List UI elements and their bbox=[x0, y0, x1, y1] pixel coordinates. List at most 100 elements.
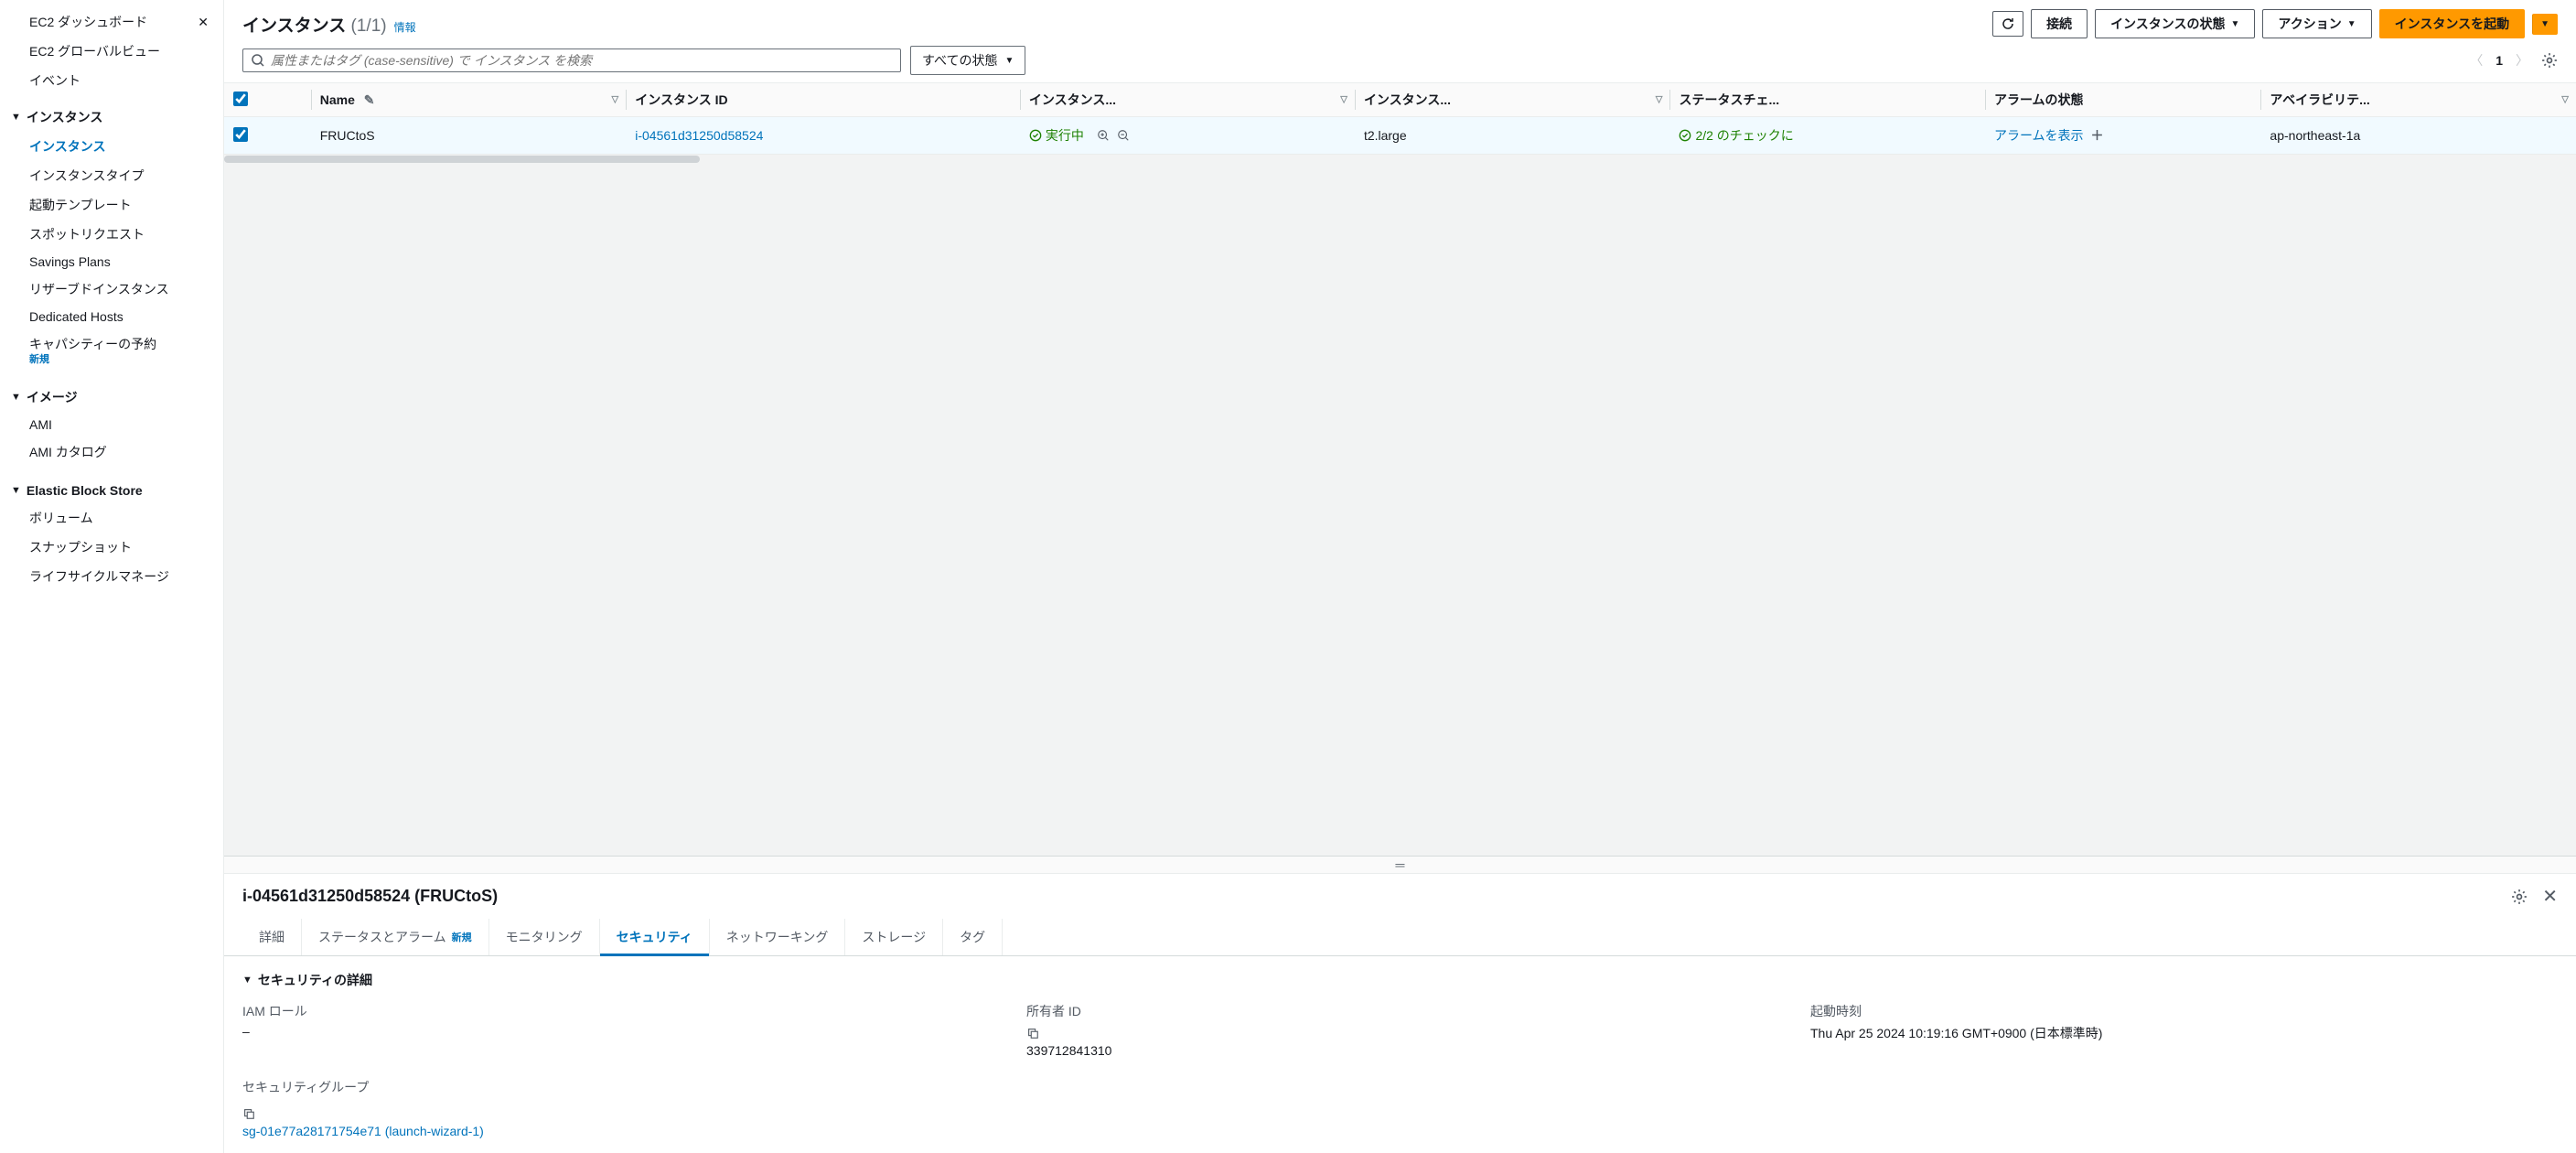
caret-down-icon: ▼ bbox=[1004, 56, 1014, 66]
sidebar-item-lifecycle[interactable]: ライフサイクルマネージ bbox=[29, 562, 209, 591]
field-owner-id: 所有者 ID 339712841310 bbox=[1026, 1002, 1774, 1057]
tab-details[interactable]: 詳細 bbox=[242, 919, 302, 955]
sidebar-item-reserved[interactable]: リザーブドインスタンス bbox=[29, 275, 209, 304]
sidebar-item-spot-requests[interactable]: スポットリクエスト bbox=[29, 220, 209, 249]
status-check-badge: 2/2 のチェックに bbox=[1679, 126, 1793, 145]
caret-down-icon: ▼ bbox=[11, 485, 21, 496]
details-tabs: 詳細 ステータスとアラーム 新規 モニタリング セキュリティ ネットワーキング … bbox=[224, 919, 2576, 956]
field-launch-time: 起動時刻 Thu Apr 25 2024 10:19:16 GMT+0900 (… bbox=[1810, 1002, 2558, 1057]
search-input[interactable] bbox=[271, 53, 893, 68]
settings-button[interactable] bbox=[2541, 52, 2558, 69]
close-icon[interactable]: ✕ bbox=[198, 16, 209, 28]
sort-icon: ▽ bbox=[612, 95, 619, 105]
check-circle-icon bbox=[1679, 129, 1691, 142]
cell-az: ap-northeast-1a bbox=[2260, 117, 2576, 155]
sidebar-section-images[interactable]: ▼ イメージ bbox=[0, 375, 223, 412]
prev-page-icon[interactable]: 〈 bbox=[2470, 51, 2483, 70]
actions-button[interactable]: アクション ▼ bbox=[2262, 9, 2371, 38]
edit-icon: ✎ bbox=[364, 92, 375, 107]
refresh-button[interactable] bbox=[1992, 11, 2023, 37]
status-badge: 実行中 bbox=[1029, 126, 1084, 145]
horizontal-scrollbar[interactable] bbox=[224, 155, 2576, 164]
row-checkbox[interactable] bbox=[233, 127, 248, 142]
security-group-link[interactable]: sg-01e77a28171754e71 (launch-wizard-1) bbox=[242, 1124, 484, 1138]
table-row[interactable]: FRUCtoS i-04561d31250d58524 実行中 t2.large bbox=[224, 117, 2576, 155]
copy-icon[interactable] bbox=[242, 1105, 255, 1120]
caret-down-icon: ▼ bbox=[11, 112, 21, 123]
field-iam-role: IAM ロール – bbox=[242, 1002, 990, 1057]
tab-storage[interactable]: ストレージ bbox=[845, 919, 943, 955]
launch-instance-dropdown[interactable]: ▼ bbox=[2532, 14, 2558, 35]
empty-area bbox=[224, 164, 2576, 856]
page-header: インスタンス (1/1) 情報 接続 インスタンスの状態 ▼ アクション ▼ イ… bbox=[224, 0, 2576, 46]
col-az[interactable]: アベイラビリテ...▽ bbox=[2260, 83, 2576, 117]
zoom-out-icon[interactable] bbox=[1117, 129, 1130, 142]
pagination: 〈 1 〉 bbox=[2470, 51, 2558, 70]
details-settings-button[interactable] bbox=[2511, 889, 2528, 905]
col-status-check[interactable]: ステータスチェ... bbox=[1669, 83, 1985, 117]
col-name[interactable]: Name ✎▽ bbox=[311, 83, 627, 117]
cell-type: t2.large bbox=[1355, 117, 1670, 155]
details-close-button[interactable]: ✕ bbox=[2542, 885, 2558, 908]
tab-networking[interactable]: ネットワーキング bbox=[710, 919, 846, 955]
cell-name: FRUCtoS bbox=[311, 117, 627, 155]
col-type[interactable]: インスタンス...▽ bbox=[1355, 83, 1670, 117]
sidebar-item-snapshots[interactable]: スナップショット bbox=[29, 533, 209, 562]
caret-down-icon: ▼ bbox=[2347, 19, 2356, 29]
col-alarm[interactable]: アラームの状態 bbox=[1985, 83, 2260, 117]
connect-button[interactable]: 接続 bbox=[2031, 9, 2088, 38]
search-icon bbox=[251, 53, 265, 68]
refresh-icon bbox=[2001, 16, 2015, 31]
zoom-in-icon[interactable] bbox=[1097, 129, 1110, 142]
cell-alarm-link[interactable]: アラームを表示 bbox=[1994, 128, 2084, 143]
search-box[interactable] bbox=[242, 48, 901, 72]
select-all-checkbox[interactable] bbox=[233, 92, 248, 106]
sidebar-item-dedicated-hosts[interactable]: Dedicated Hosts bbox=[29, 304, 209, 329]
field-security-groups: セキュリティグループ sg-01e77a28171754e71 (launch-… bbox=[242, 1078, 2558, 1138]
caret-down-icon: ▼ bbox=[2231, 19, 2240, 29]
sidebar-item-instances[interactable]: インスタンス bbox=[29, 132, 209, 161]
sidebar-item-volumes[interactable]: ボリューム bbox=[29, 503, 209, 533]
sort-icon: ▽ bbox=[1340, 95, 1347, 105]
sort-icon: ▽ bbox=[2561, 95, 2569, 105]
cell-instance-id[interactable]: i-04561d31250d58524 bbox=[635, 128, 763, 143]
tab-status-alarms[interactable]: ステータスとアラーム 新規 bbox=[302, 919, 489, 955]
sidebar-item-savings-plans[interactable]: Savings Plans bbox=[29, 249, 209, 275]
next-page-icon[interactable]: 〉 bbox=[2516, 51, 2528, 70]
instance-state-button[interactable]: インスタンスの状態 ▼ bbox=[2095, 9, 2255, 38]
new-badge: 新規 bbox=[29, 351, 209, 366]
main-content: インスタンス (1/1) 情報 接続 インスタンスの状態 ▼ アクション ▼ イ… bbox=[224, 0, 2576, 1153]
sidebar-item-launch-templates[interactable]: 起動テンプレート bbox=[29, 190, 209, 220]
tab-security[interactable]: セキュリティ bbox=[600, 919, 710, 955]
plus-icon[interactable]: ＋ bbox=[2090, 128, 2103, 143]
sidebar-section-instances[interactable]: ▼ インスタンス bbox=[0, 95, 223, 132]
sidebar-item-ami-catalog[interactable]: AMI カタログ bbox=[29, 437, 209, 467]
drag-handle-icon[interactable]: ═ bbox=[224, 857, 2576, 874]
scrollbar-thumb[interactable] bbox=[224, 156, 700, 163]
launch-instance-button[interactable]: インスタンスを起動 bbox=[2379, 9, 2525, 38]
sidebar-item-instance-types[interactable]: インスタンスタイプ bbox=[29, 161, 209, 190]
caret-down-icon: ▼ bbox=[242, 975, 252, 986]
page-title: インスタンス (1/1) bbox=[242, 12, 387, 37]
new-badge: 新規 bbox=[452, 930, 472, 944]
security-details-section[interactable]: ▼ セキュリティの詳細 bbox=[242, 971, 2558, 989]
page-number: 1 bbox=[2496, 53, 2503, 68]
tab-monitoring[interactable]: モニタリング bbox=[489, 919, 600, 955]
copy-icon[interactable] bbox=[1026, 1024, 1039, 1039]
col-state[interactable]: インスタンス...▽ bbox=[1020, 83, 1355, 117]
sidebar: EC2 ダッシュボード ✕ EC2 グローバルビュー イベント ▼ インスタンス… bbox=[0, 0, 224, 1153]
sidebar-link-globalview[interactable]: EC2 グローバルビュー bbox=[29, 42, 160, 60]
col-instance-id[interactable]: インスタンス ID bbox=[626, 83, 1020, 117]
info-link[interactable]: 情報 bbox=[394, 19, 416, 35]
sidebar-section-ebs[interactable]: ▼ Elastic Block Store bbox=[0, 470, 223, 503]
sidebar-link-dashboard[interactable]: EC2 ダッシュボード bbox=[29, 13, 147, 31]
col-checkbox bbox=[224, 83, 311, 117]
details-title: i-04561d31250d58524 (FRUCtoS) bbox=[242, 887, 498, 906]
state-filter-select[interactable]: すべての状態 ▼ bbox=[910, 46, 1025, 75]
sidebar-item-capacity[interactable]: キャパシティーの予約 新規 bbox=[29, 329, 209, 372]
tab-tags[interactable]: タグ bbox=[943, 919, 1003, 955]
caret-down-icon: ▼ bbox=[2540, 19, 2549, 29]
caret-down-icon: ▼ bbox=[11, 392, 21, 403]
sidebar-item-ami[interactable]: AMI bbox=[29, 412, 209, 437]
sidebar-link-events[interactable]: イベント bbox=[29, 71, 80, 90]
